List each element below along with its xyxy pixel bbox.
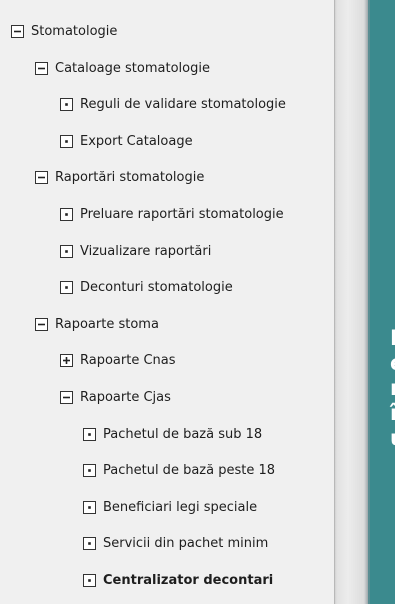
tree-item-label: Export Cataloage <box>80 133 193 149</box>
content-panel-text: Menîu <box>390 326 395 451</box>
tree-item-label: Rapoarte Cnas <box>80 352 176 368</box>
navigation-tree: Stomatologie Cataloage stomatologie Reguli… <box>0 0 334 604</box>
leaf-node-icon <box>60 244 73 258</box>
tree-item-label: Raportări stomatologie <box>55 169 205 185</box>
leaf-node-icon <box>60 134 73 148</box>
tree-item[interactable]: Reguli de validare stomatologie <box>60 93 286 115</box>
expand-plus-icon[interactable] <box>60 353 73 367</box>
collapse-minus-icon[interactable] <box>35 61 48 75</box>
leaf-node-icon <box>60 97 73 111</box>
tree-item-label: Stomatologie <box>31 23 118 39</box>
tree-item-label: Vizualizare raportări <box>80 243 212 259</box>
collapse-minus-icon[interactable] <box>35 317 48 331</box>
tree-item-label: Rapoarte stoma <box>55 316 159 332</box>
tree-item[interactable]: Export Cataloage <box>60 130 193 152</box>
tree-item[interactable]: Stomatologie <box>11 20 117 42</box>
tree-item-label: Deconturi stomatologie <box>80 279 233 295</box>
leaf-node-icon <box>60 207 73 221</box>
tree-item[interactable]: Pachetul de bază peste 18 <box>83 459 275 481</box>
tree-item[interactable]: Vizualizare raportări <box>60 240 211 262</box>
tree-item-label: Cataloage stomatologie <box>55 60 210 76</box>
collapse-minus-icon[interactable] <box>60 390 73 404</box>
leaf-node-icon <box>83 427 96 441</box>
leaf-node-icon <box>83 500 96 514</box>
tree-item[interactable]: Deconturi stomatologie <box>60 276 233 298</box>
tree-item[interactable]: Pachetul de bază sub 18 <box>83 423 262 445</box>
tree-item[interactable]: Beneficiari legi speciale <box>83 496 257 518</box>
tree-item[interactable]: Raportări stomatologie <box>35 166 204 188</box>
tree-item-label: Pachetul de bază peste 18 <box>103 462 276 478</box>
tree-item[interactable]: Servicii din pachet minim <box>83 532 268 554</box>
tree-item-label: Pachetul de bază sub 18 <box>103 426 263 442</box>
tree-item[interactable]: Rapoarte Cjas <box>60 386 171 408</box>
leaf-node-icon <box>83 463 96 477</box>
tree-item-label: Centralizator decontari <box>103 572 274 588</box>
tree-item-label: Rapoarte Cjas <box>80 389 171 405</box>
panel-splitter[interactable] <box>334 0 368 604</box>
tree-item[interactable]: Rapoarte Cnas <box>60 349 176 371</box>
leaf-node-icon <box>60 280 73 294</box>
tree-item[interactable]: Preluare raportări stomatologie <box>60 203 284 225</box>
content-panel-text-line: e <box>390 351 395 376</box>
leaf-node-icon <box>83 536 96 550</box>
tree-item-label: Beneficiari legi speciale <box>103 499 258 515</box>
collapse-minus-icon[interactable] <box>35 170 48 184</box>
tree-item[interactable]: Cataloage stomatologie <box>35 57 210 79</box>
content-panel-text-line: u <box>390 426 395 451</box>
content-panel-text-line: î <box>390 401 395 426</box>
content-panel: Menîu <box>368 0 395 604</box>
tree-item-label: Reguli de validare stomatologie <box>80 96 286 112</box>
content-panel-text-line: n <box>390 376 395 401</box>
tree-item[interactable]: Centralizator decontari <box>83 569 273 591</box>
content-panel-text-line: M <box>390 326 395 351</box>
leaf-node-icon <box>83 573 96 587</box>
tree-item[interactable]: Rapoarte stoma <box>35 313 159 335</box>
collapse-minus-icon[interactable] <box>11 24 24 38</box>
tree-item-label: Servicii din pachet minim <box>103 535 269 551</box>
tree-item-label: Preluare raportări stomatologie <box>80 206 284 222</box>
